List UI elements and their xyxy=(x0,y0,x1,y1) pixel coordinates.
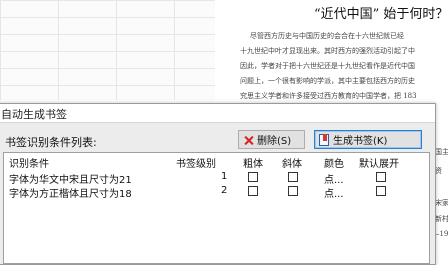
generate-bookmarks-button[interactable]: 生成书签(K) xyxy=(314,130,422,149)
row2-color-picker[interactable]: 点... xyxy=(324,185,344,200)
document-line: 尽管西方历史与中国历史的会合在十六世纪就已经 xyxy=(250,32,404,40)
row1-level[interactable]: 1 xyxy=(221,171,227,182)
bookmark-icon xyxy=(319,133,329,146)
header-italic: 斜体 xyxy=(282,159,302,170)
condition-table[interactable]: 识别条件 书签级别 粗体 斜体 颜色 默认展开 字体为华文中宋且尺寸为21 1 … xyxy=(3,152,430,264)
document-title: “近代中国” 始于何时？ xyxy=(314,7,448,22)
auto-bookmark-dialog: 自动生成书签 书签识别条件列表: 删除(S) 生成书签(K) 识别条件 书签级别… xyxy=(0,103,436,265)
condition-list-label: 书签识别条件列表: xyxy=(5,136,97,149)
header-default-expand: 默认展开 xyxy=(359,159,399,170)
header-condition: 识别条件 xyxy=(9,159,49,170)
header-bold: 粗体 xyxy=(243,159,263,170)
delete-button-label: 删除(S) xyxy=(257,136,292,147)
delete-button[interactable]: 删除(S) xyxy=(238,130,305,149)
row2-level[interactable]: 2 xyxy=(221,185,227,196)
header-color: 颜色 xyxy=(324,159,344,170)
row2-bold-checkbox[interactable] xyxy=(248,186,258,196)
row2-italic-checkbox[interactable] xyxy=(288,186,298,196)
dialog-title: 自动生成书签 xyxy=(1,108,67,121)
row1-condition[interactable]: 字体为华文中宋且尺寸为21 xyxy=(9,171,132,186)
document-line: 十九世纪中叶才显现出来。其时西方的强烈活动引起了中 xyxy=(240,47,415,55)
row1-expand-checkbox[interactable] xyxy=(376,172,386,182)
row2-expand-checkbox[interactable] xyxy=(376,186,386,196)
delete-icon xyxy=(244,135,254,145)
row1-color-picker[interactable]: 点... xyxy=(324,171,344,186)
row1-italic-checkbox[interactable] xyxy=(288,172,298,182)
document-line: 究思主义学者和许多接受过西方教育的中国学者，把 183 xyxy=(240,92,417,100)
header-level: 书签级别 xyxy=(176,159,216,170)
document-line: 问题上，一个很有影响的学派，其中主要包括西方的历史 xyxy=(240,77,415,85)
dialog-titlebar[interactable]: 自动生成书签 xyxy=(0,104,435,123)
generate-button-label: 生成书签(K) xyxy=(333,136,388,147)
row1-bold-checkbox[interactable] xyxy=(248,172,258,182)
row2-condition[interactable]: 字体为方正楷体且尺寸为18 xyxy=(9,185,132,200)
document-line: 因此，学者对于把十六世纪还是十九世纪看作是近代中国 xyxy=(240,62,415,70)
background-spreadsheet-grid xyxy=(0,0,215,100)
